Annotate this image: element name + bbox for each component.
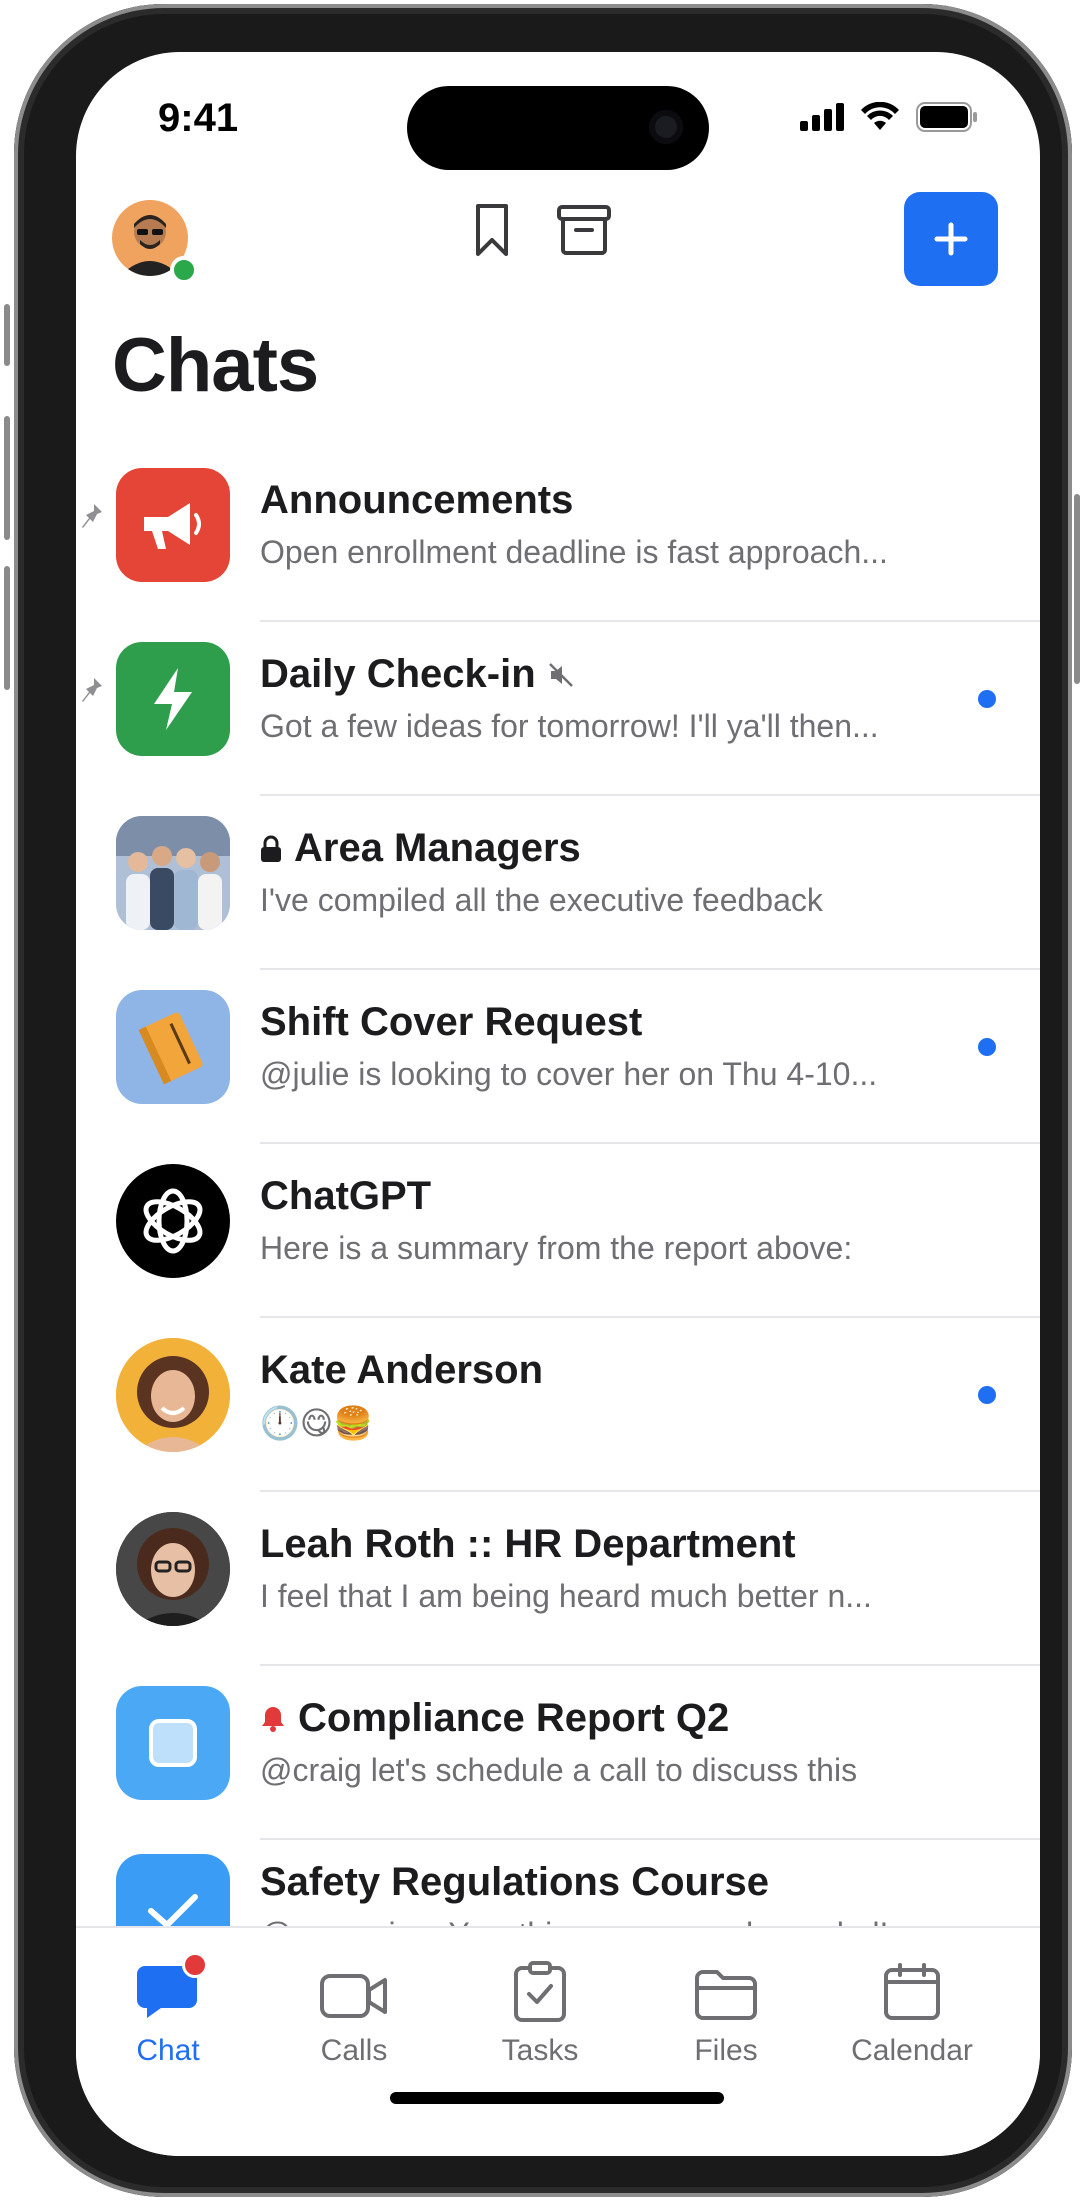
chat-preview: @julie is looking to cover her on Thu 4-… <box>260 1056 878 1092</box>
chat-list[interactable]: Announcements Open enrollment deadline i… <box>76 448 1040 1926</box>
volume-up-button <box>4 416 10 540</box>
lightning-icon <box>154 668 192 730</box>
calendar-icon <box>884 1963 940 2020</box>
plus-icon <box>934 222 968 256</box>
chat-row-shift-cover-request[interactable]: Shift Cover Request @julie is looking to… <box>76 970 1040 1144</box>
chat-row-area-managers[interactable]: Area Managers I've compiled all the exec… <box>76 796 1040 970</box>
chat-preview: @craig let's schedule a call to discuss … <box>260 1752 858 1788</box>
new-chat-button[interactable] <box>904 192 998 286</box>
chat-row-safety-regulations[interactable]: Safety Regulations Course @supervisor Ye… <box>76 1840 1040 1926</box>
clipboard-check-icon <box>514 1961 566 2022</box>
lock-icon <box>261 835 281 862</box>
bookmark-icon[interactable] <box>474 202 510 258</box>
volume-down-button <box>4 566 10 690</box>
tab-files[interactable]: Files <box>646 1952 806 2068</box>
chat-name: Compliance Report Q2 <box>260 1696 729 1741</box>
openai-logo <box>143 1188 203 1254</box>
chat-row-daily-check-in[interactable]: Daily Check-in Got a few ideas for tomor… <box>76 622 1040 796</box>
avatar-leah <box>116 1512 230 1626</box>
pin-icon <box>82 504 102 528</box>
leah-roth-avatar <box>116 1512 230 1626</box>
chat-preview: Here is a summary from the report above: <box>260 1230 853 1266</box>
tab-label: Chat <box>136 2034 200 2067</box>
chat-preview: @supervisor Yes, this was so much needed… <box>260 1916 888 1926</box>
chat-name: Kate Anderson <box>260 1348 544 1392</box>
shift-cover-avatar <box>116 990 230 1104</box>
safety-regulations-avatar <box>116 1854 230 1926</box>
wifi-icon <box>861 102 899 130</box>
chat-row-kate-anderson[interactable]: Kate Anderson 🕛😋🍔 <box>76 1318 1040 1492</box>
chat-name: Area Managers <box>260 826 581 871</box>
chat-row-chatgpt[interactable]: ChatGPT Here is a summary from the repor… <box>76 1144 1040 1318</box>
folder-icon <box>695 1970 757 2020</box>
status-icons <box>800 102 978 132</box>
notification-badge <box>182 1952 208 1978</box>
tab-label: Calendar <box>851 2034 973 2067</box>
home-indicator[interactable] <box>390 2092 724 2104</box>
battery-icon <box>916 102 977 132</box>
daily-check-in-avatar <box>116 642 230 756</box>
tab-label: Tasks <box>501 2034 579 2067</box>
chat-name: Safety Regulations Course <box>260 1860 770 1904</box>
chat-row-leah-roth[interactable]: Leah Roth :: HR Department I feel that I… <box>76 1492 1040 1666</box>
chat-name: Daily Check-in <box>260 652 574 697</box>
action-button <box>4 304 10 366</box>
chatgpt-avatar <box>116 1164 230 1278</box>
announcements-avatar <box>116 468 230 582</box>
chat-name: Leah Roth :: HR Department <box>260 1522 796 1566</box>
checkmark-icon <box>148 1894 198 1926</box>
tab-tasks[interactable]: Tasks <box>460 1952 620 2068</box>
chat-preview: I feel that I am being heard much better… <box>260 1578 872 1614</box>
phone-frame: 9:41 Chats Announcements Open enrollment… <box>4 4 1080 2197</box>
archive-icon[interactable] <box>556 204 612 256</box>
chat-name: Shift Cover Request <box>260 1000 643 1044</box>
chat-preview: Got a few ideas for tomorrow! I'll ya'll… <box>260 708 879 744</box>
compliance-report-avatar <box>116 1686 230 1800</box>
unread-dot <box>978 690 996 708</box>
group-photo <box>116 816 230 930</box>
avatar-kate <box>116 1338 230 1452</box>
megaphone-icon <box>144 503 201 549</box>
video-camera-icon <box>320 1974 387 2018</box>
screen: 9:41 Chats Announcements Open enrollment… <box>76 52 1040 2156</box>
status-time: 9:41 <box>158 96 239 140</box>
unread-dot <box>978 1386 996 1404</box>
chat-preview: I've compiled all the executive feedback <box>260 882 823 918</box>
chat-preview: 🕛😋🍔 <box>260 1404 374 1442</box>
chat-row-announcements[interactable]: Announcements Open enrollment deadline i… <box>76 448 1040 622</box>
cellular-signal-icon <box>800 103 844 131</box>
kate-anderson-avatar <box>116 1338 230 1452</box>
chat-name: Announcements <box>260 478 574 522</box>
square-icon <box>149 1719 197 1767</box>
power-button <box>1074 494 1080 684</box>
pin-icon <box>82 678 102 702</box>
tab-calls[interactable]: Calls <box>274 1952 434 2068</box>
online-status-dot <box>170 256 198 284</box>
tab-calendar[interactable]: Calendar <box>832 1952 992 2068</box>
chat-preview: Open enrollment deadline is fast approac… <box>260 534 888 570</box>
camera-icon <box>649 110 683 144</box>
chat-name: ChatGPT <box>260 1174 432 1218</box>
chat-row-compliance-report[interactable]: Compliance Report Q2 @craig let's schedu… <box>76 1666 1040 1840</box>
tab-bar: Chat Calls Tasks Files Calendar <box>76 1926 1040 2156</box>
area-managers-avatar <box>116 816 230 930</box>
tab-label: Files <box>694 2034 758 2067</box>
notebook-icon <box>138 1012 203 1085</box>
tab-label: Calls <box>320 2034 388 2067</box>
tab-chat[interactable]: Chat <box>88 1952 248 2068</box>
bell-alert-icon <box>262 1706 284 1732</box>
muted-icon <box>548 662 573 687</box>
unread-dot <box>978 1038 996 1056</box>
dynamic-island <box>407 86 709 170</box>
page-title: Chats <box>112 323 319 408</box>
